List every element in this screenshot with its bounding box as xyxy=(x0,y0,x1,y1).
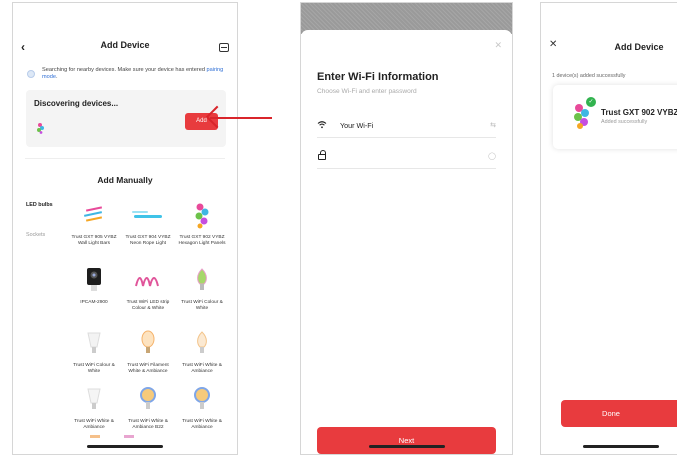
home-indicator xyxy=(87,445,163,448)
home-indicator xyxy=(368,445,445,448)
wifi-name: Your Wi-Fi xyxy=(340,121,374,130)
page-title: Add Device xyxy=(100,40,150,50)
done-button[interactable]: Done xyxy=(561,400,677,427)
next-button[interactable]: Next xyxy=(317,427,496,454)
product-label: Trust WiFi White & Ambiance xyxy=(74,419,114,430)
product-item[interactable]: Trust WiFi White & Ambiance xyxy=(68,385,120,431)
product-label: Trust GXT 905 VYBZ Wall Light Bars xyxy=(71,235,117,246)
bulb-icon xyxy=(87,332,101,353)
device-added-screen: ✕ Add Device 1 device(s) added successfu… xyxy=(540,2,677,455)
bulb-icon xyxy=(197,331,207,353)
discovering-title: Discovering devices... xyxy=(34,99,119,108)
sheet-subtitle: Choose Wi-Fi and enter password xyxy=(317,88,417,95)
bulb-icon xyxy=(197,268,207,290)
header: ‹ Add Device xyxy=(13,40,237,58)
back-icon[interactable]: ‹ xyxy=(21,40,25,54)
added-device-card[interactable]: ✓ Trust GXT 902 VYBZ Added successfully xyxy=(553,85,677,149)
product-label: Trust WiFi White & Ambiance B22 xyxy=(128,419,168,430)
product-item[interactable]: Trust WiFi White & Ambiance B22 xyxy=(122,385,174,431)
password-row: ◯ xyxy=(317,143,496,169)
check-icon: ✓ xyxy=(586,97,596,107)
eye-icon[interactable]: ◯ xyxy=(488,152,496,160)
sheet-title: Enter Wi-Fi Information xyxy=(317,71,439,83)
switch-network-icon[interactable]: ⇆ xyxy=(490,121,496,129)
search-status-icon xyxy=(27,70,35,78)
neon-rope-icon xyxy=(132,211,162,218)
product-label: Trust GXT 904 VYBZ Neon Rope Light xyxy=(125,235,171,246)
product-item[interactable]: Trust WiFi Colour & White xyxy=(176,266,228,312)
product-item[interactable]: IPCAM-2900 xyxy=(68,266,120,306)
wifi-icon xyxy=(317,121,327,129)
category-led-bulbs[interactable]: LED bulbs xyxy=(26,202,53,208)
search-notice: Searching for nearby devices. Make sure … xyxy=(27,67,227,81)
category-sockets[interactable]: Sockets xyxy=(26,232,45,238)
close-icon[interactable]: ✕ xyxy=(494,40,502,51)
wifi-sheet: ✕ Enter Wi-Fi Information Choose Wi-Fi a… xyxy=(301,30,512,454)
hexagon-light-icon xyxy=(37,123,44,134)
product-item[interactable]: Trust GXT 905 VYBZ Wall Light Bars xyxy=(68,201,120,247)
light-bars-icon xyxy=(83,206,103,222)
lock-icon xyxy=(318,150,326,160)
wifi-info-screen: ✕ Enter Wi-Fi Information Choose Wi-Fi a… xyxy=(300,2,513,455)
add-manually-title: Add Manually xyxy=(97,175,153,185)
product-label: Trust WiFi White & Ambiance xyxy=(182,363,222,374)
product-label: IPCAM-2900 xyxy=(80,300,108,305)
product-item[interactable]: Trust WiFi Filament White & Ambiance xyxy=(122,329,174,375)
home-indicator xyxy=(583,445,659,448)
product-label: Trust WiFi Filament White & Ambiance xyxy=(127,363,169,374)
search-notice-text: Searching for nearby devices. Make sure … xyxy=(42,67,207,73)
product-label: Trust WiFi Colour & White xyxy=(181,300,223,311)
scan-icon[interactable] xyxy=(219,43,229,52)
added-count: 1 device(s) added successfully xyxy=(552,73,626,79)
product-label: Trust GXT 902 VYBZ Hexagon Light Panels xyxy=(178,235,226,246)
bulb-icon xyxy=(140,387,156,409)
product-label: Trust WiFi LED strip Colour & White xyxy=(126,300,170,311)
led-strip-icon xyxy=(135,277,159,287)
product-label: Trust WiFi White & Ambiance xyxy=(182,419,222,430)
search-notice-suffix: . xyxy=(56,74,58,80)
product-item[interactable]: Trust WiFi White & Ambiance xyxy=(176,385,228,431)
add-device-screen: ‹ Add Device Searching for nearby device… xyxy=(12,2,238,455)
bulb-icon xyxy=(194,387,210,409)
wifi-select-row[interactable]: Your Wi-Fi ⇆ xyxy=(317,112,496,138)
device-name: Trust GXT 902 VYBZ xyxy=(601,108,677,117)
hexagon-panels-icon xyxy=(195,203,209,229)
filament-bulb-icon xyxy=(141,330,155,353)
product-item[interactable]: Trust WiFi White & Ambiance xyxy=(176,329,228,375)
camera-icon xyxy=(87,268,101,291)
product-item[interactable]: Trust GXT 902 VYBZ Hexagon Light Panels xyxy=(176,201,228,247)
bulb-icon xyxy=(87,388,101,409)
product-item[interactable]: Trust GXT 904 VYBZ Neon Rope Light xyxy=(122,201,174,247)
annotation-arrow xyxy=(210,117,272,119)
discovering-card: Discovering devices... Add xyxy=(26,90,226,147)
device-status: Added successfully xyxy=(601,119,648,125)
product-item[interactable]: Trust WiFi Colour & White xyxy=(68,329,120,375)
divider xyxy=(25,158,225,159)
product-thumb-partial xyxy=(90,435,134,438)
product-item[interactable]: Trust WiFi LED strip Colour & White xyxy=(122,266,174,312)
page-title: Add Device xyxy=(614,42,664,52)
product-label: Trust WiFi Colour & White xyxy=(73,363,115,374)
